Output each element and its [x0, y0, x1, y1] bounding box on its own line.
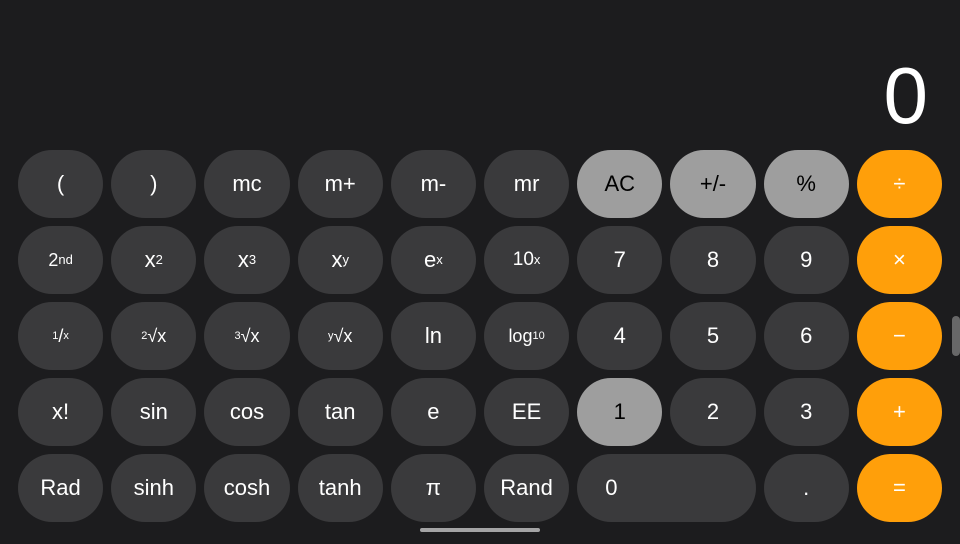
- plus-button[interactable]: +: [857, 378, 942, 446]
- 2nd-button[interactable]: 2nd: [18, 226, 103, 294]
- m-minus-button[interactable]: m-: [391, 150, 476, 218]
- minus-button[interactable]: −: [857, 302, 942, 370]
- 1-button[interactable]: 1: [577, 378, 662, 446]
- divide-button[interactable]: ÷: [857, 150, 942, 218]
- rand-button[interactable]: Rand: [484, 454, 569, 522]
- 6-button[interactable]: 6: [764, 302, 849, 370]
- pi-button[interactable]: π: [391, 454, 476, 522]
- plus-minus-button[interactable]: +/-: [670, 150, 755, 218]
- ex-button[interactable]: ex: [391, 226, 476, 294]
- x-squared-button[interactable]: x2: [111, 226, 196, 294]
- e-button[interactable]: e: [391, 378, 476, 446]
- mc-button[interactable]: mc: [204, 150, 289, 218]
- mr-button[interactable]: mr: [484, 150, 569, 218]
- sqrt2-button[interactable]: 2√x: [111, 302, 196, 370]
- sinh-button[interactable]: sinh: [111, 454, 196, 522]
- ac-button[interactable]: AC: [577, 150, 662, 218]
- factorial-button[interactable]: x!: [18, 378, 103, 446]
- 8-button[interactable]: 8: [670, 226, 755, 294]
- percent-button[interactable]: %: [764, 150, 849, 218]
- 0-button[interactable]: 0: [577, 454, 755, 522]
- m-plus-button[interactable]: m+: [298, 150, 383, 218]
- sin-button[interactable]: sin: [111, 378, 196, 446]
- scrollbar-thumb: [952, 316, 960, 356]
- ee-button[interactable]: EE: [484, 378, 569, 446]
- sqrt3-button[interactable]: 3√x: [204, 302, 289, 370]
- xy-button[interactable]: xy: [298, 226, 383, 294]
- close-paren-button[interactable]: ): [111, 150, 196, 218]
- inverse-button[interactable]: 1/x: [18, 302, 103, 370]
- display-value: 0: [884, 50, 927, 142]
- open-paren-button[interactable]: (: [18, 150, 103, 218]
- ln-button[interactable]: ln: [391, 302, 476, 370]
- buttons-grid: ( ) mc m+ m- mr AC +/- % ÷ 2nd x2 x3 xy …: [10, 150, 950, 522]
- multiply-button[interactable]: ×: [857, 226, 942, 294]
- tan-button[interactable]: tan: [298, 378, 383, 446]
- equals-button[interactable]: =: [857, 454, 942, 522]
- sqrty-button[interactable]: y√x: [298, 302, 383, 370]
- home-indicator: [10, 522, 950, 534]
- 3-button[interactable]: 3: [764, 378, 849, 446]
- 2-button[interactable]: 2: [670, 378, 755, 446]
- display-area: 0: [10, 0, 950, 150]
- tanh-button[interactable]: tanh: [298, 454, 383, 522]
- 10x-button[interactable]: 10x: [484, 226, 569, 294]
- 9-button[interactable]: 9: [764, 226, 849, 294]
- home-bar: [420, 528, 540, 532]
- calculator: 0 ( ) mc m+ m- mr AC +/- % ÷ 2nd x2 x3 x…: [0, 0, 960, 544]
- minus-area: −: [857, 302, 942, 370]
- cosh-button[interactable]: cosh: [204, 454, 289, 522]
- 5-button[interactable]: 5: [670, 302, 755, 370]
- rad-button[interactable]: Rad: [18, 454, 103, 522]
- log10-button[interactable]: log10: [484, 302, 569, 370]
- decimal-button[interactable]: .: [764, 454, 849, 522]
- 4-button[interactable]: 4: [577, 302, 662, 370]
- cos-button[interactable]: cos: [204, 378, 289, 446]
- 7-button[interactable]: 7: [577, 226, 662, 294]
- x-cubed-button[interactable]: x3: [204, 226, 289, 294]
